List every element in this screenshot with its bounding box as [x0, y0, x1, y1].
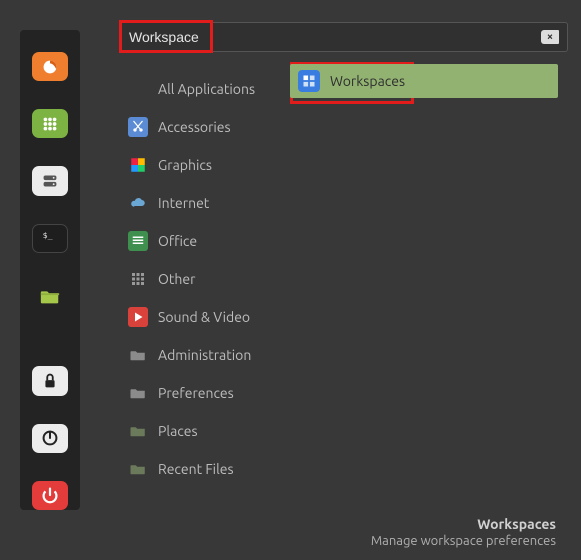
category-label: Sound & Video	[158, 309, 250, 325]
folder-icon	[128, 459, 148, 479]
files-icon[interactable]	[32, 281, 68, 310]
category-label: Other	[158, 271, 195, 287]
category-preferences[interactable]: Preferences	[128, 374, 276, 412]
category-other[interactable]: Other	[128, 260, 276, 298]
search-input[interactable]	[129, 29, 541, 45]
search-field[interactable]: ×	[120, 22, 568, 52]
results-panel: Workspaces	[290, 64, 558, 98]
category-all-applications[interactable]: All Applications	[128, 70, 276, 108]
cloud-icon	[128, 193, 148, 213]
workspaces-icon	[298, 70, 320, 92]
lock-icon[interactable]	[32, 366, 68, 395]
svg-text:$_: $_	[43, 230, 53, 240]
category-label: Places	[158, 423, 198, 439]
result-label: Workspaces	[330, 73, 405, 89]
drives-icon[interactable]	[32, 166, 68, 195]
category-accessories[interactable]: Accessories	[128, 108, 276, 146]
category-internet[interactable]: Internet	[128, 184, 276, 222]
firefox-icon[interactable]	[32, 52, 68, 81]
category-administration[interactable]: Administration	[128, 336, 276, 374]
blank-icon	[128, 79, 148, 99]
category-places[interactable]: Places	[128, 412, 276, 450]
folder-icon	[128, 345, 148, 365]
terminal-icon[interactable]: $_	[32, 224, 68, 254]
category-sound-video[interactable]: Sound & Video	[128, 298, 276, 336]
category-label: Graphics	[158, 157, 212, 173]
logout-icon[interactable]	[32, 424, 68, 453]
status-footer: Workspaces Manage workspace preferences	[371, 516, 556, 548]
spreadsheet-icon	[128, 231, 148, 251]
category-list: All Applications Accessories Graphics In…	[128, 70, 276, 488]
scissors-icon	[128, 117, 148, 137]
grid-icon	[128, 269, 148, 289]
category-label: Administration	[158, 347, 251, 363]
category-label: Accessories	[158, 119, 231, 135]
result-workspaces[interactable]: Workspaces	[290, 64, 558, 98]
power-icon[interactable]	[32, 481, 68, 510]
category-recent-files[interactable]: Recent Files	[128, 450, 276, 488]
category-label: Internet	[158, 195, 209, 211]
category-label: Recent Files	[158, 461, 234, 477]
category-label: Office	[158, 233, 197, 249]
play-icon	[128, 307, 148, 327]
folder-icon	[128, 421, 148, 441]
footer-title: Workspaces	[371, 516, 556, 532]
footer-subtitle: Manage workspace preferences	[371, 534, 556, 548]
palette-icon	[128, 155, 148, 175]
folder-icon	[128, 383, 148, 403]
category-office[interactable]: Office	[128, 222, 276, 260]
launcher-panel: $_	[20, 30, 80, 510]
category-label: All Applications	[158, 81, 255, 97]
apps-grid-icon[interactable]	[32, 109, 68, 138]
category-graphics[interactable]: Graphics	[128, 146, 276, 184]
clear-search-icon[interactable]: ×	[541, 30, 559, 44]
category-label: Preferences	[158, 385, 234, 401]
